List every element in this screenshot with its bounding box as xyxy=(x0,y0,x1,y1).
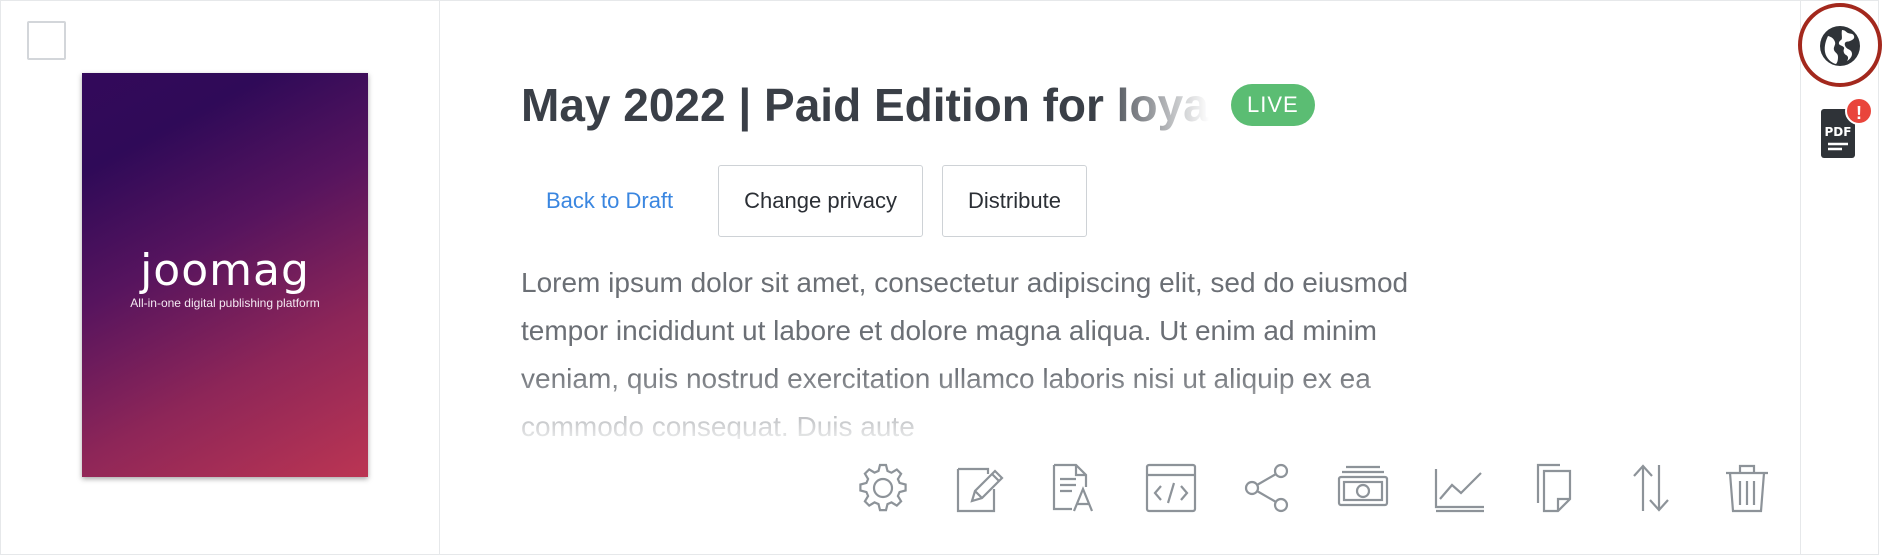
status-badge: LIVE xyxy=(1231,84,1315,126)
text-translate-icon[interactable] xyxy=(1048,461,1102,515)
delete-icon[interactable] xyxy=(1720,461,1774,515)
share-icon[interactable] xyxy=(1240,461,1294,515)
issue-description: Lorem ipsum dolor sit amet, consectetur … xyxy=(521,267,1409,439)
cover-tagline: All-in-one digital publishing platform xyxy=(130,296,320,310)
pdf-label: PDF xyxy=(1824,125,1852,139)
globe-icon[interactable] xyxy=(1818,24,1862,68)
sort-icon[interactable] xyxy=(1624,461,1678,515)
pdf-alert-badge: ! xyxy=(1845,97,1873,125)
distribute-button[interactable]: Distribute xyxy=(942,165,1087,237)
cover-logo: joomag xyxy=(140,245,310,296)
change-privacy-button[interactable]: Change privacy xyxy=(718,165,924,237)
embed-code-icon[interactable] xyxy=(1144,461,1198,515)
cover-thumbnail[interactable]: joomag All-in-one digital publishing pla… xyxy=(82,73,368,477)
analytics-icon[interactable] xyxy=(1432,461,1486,515)
back-to-draft-link[interactable]: Back to Draft xyxy=(521,188,699,214)
issue-card: joomag All-in-one digital publishing pla… xyxy=(0,0,1879,555)
issue-title[interactable]: May 2022 | Paid Edition for loyal subscr… xyxy=(521,78,1209,132)
select-checkbox[interactable] xyxy=(27,21,66,60)
action-buttons: Back to Draft Change privacy Distribute xyxy=(521,165,1087,237)
duplicate-icon[interactable] xyxy=(1528,461,1582,515)
cover-column: joomag All-in-one digital publishing pla… xyxy=(1,1,440,554)
edit-icon[interactable] xyxy=(952,461,1006,515)
settings-icon[interactable] xyxy=(856,461,910,515)
issue-details: May 2022 | Paid Edition for loyal subscr… xyxy=(440,1,1800,554)
monetization-icon[interactable] xyxy=(1336,461,1390,515)
title-row: May 2022 | Paid Edition for loyal subscr… xyxy=(521,75,1315,135)
